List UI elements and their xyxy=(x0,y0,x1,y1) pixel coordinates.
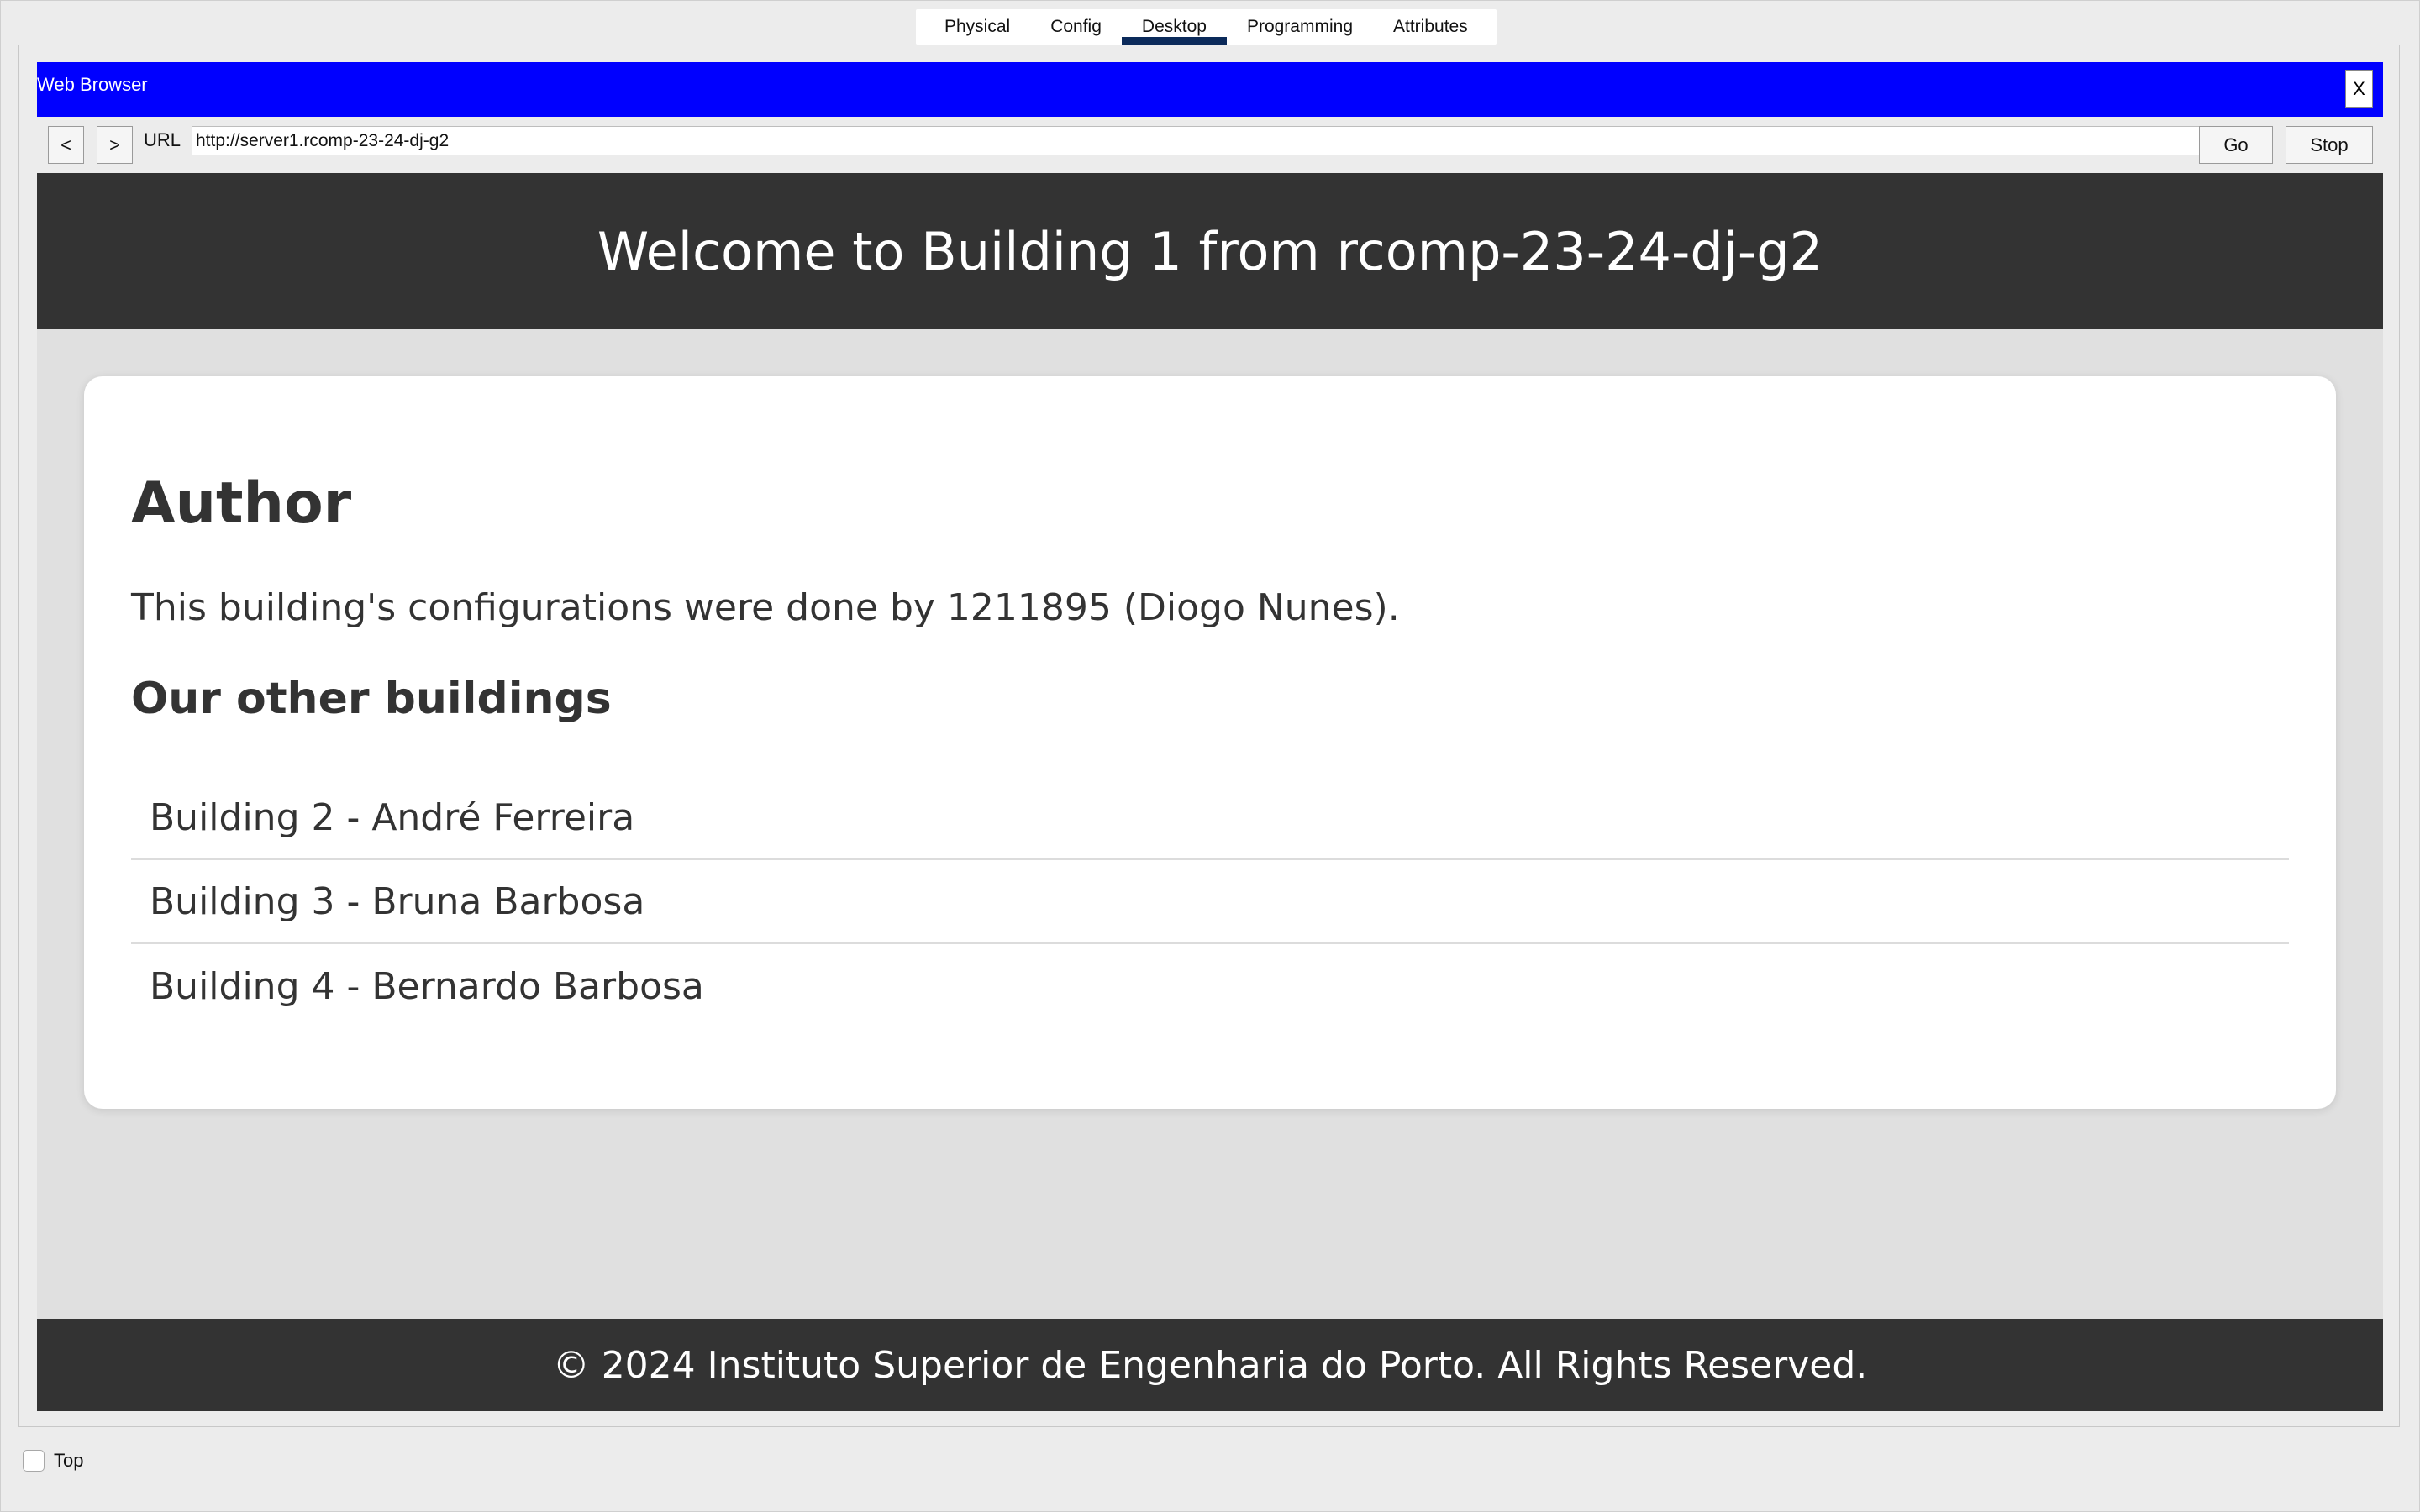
browser-toolbar: < > URL Go Stop xyxy=(37,117,2383,173)
tab-attributes[interactable]: Attributes xyxy=(1373,9,1488,45)
go-button[interactable]: Go xyxy=(2199,126,2273,164)
list-item: Building 4 - Bernardo Barbosa xyxy=(150,964,704,1008)
footer-text: © 2024 Instituto Superior de Engenharia … xyxy=(552,1343,1868,1387)
browser-title: Web Browser xyxy=(37,74,148,95)
device-tabbar: Physical Config Desktop Programming Attr… xyxy=(916,9,1497,45)
web-page-viewport[interactable]: Welcome to Building 1 from rcomp-23-24-d… xyxy=(37,173,2383,1411)
tab-programming[interactable]: Programming xyxy=(1227,9,1373,45)
close-button[interactable]: X xyxy=(2345,70,2373,108)
top-checkbox[interactable] xyxy=(23,1450,45,1472)
list-item: Building 3 - Bruna Barbosa xyxy=(131,860,2289,944)
top-checkbox-label: Top xyxy=(54,1450,84,1471)
page-footer: © 2024 Instituto Superior de Engenharia … xyxy=(37,1319,2383,1411)
list-item: Building 2 - André Ferreira xyxy=(131,776,2289,860)
other-buildings-heading: Our other buildings xyxy=(131,674,612,724)
url-label: URL xyxy=(144,129,182,150)
content-card: Author This building's configurations we… xyxy=(84,376,2336,1109)
tab-physical[interactable]: Physical xyxy=(924,9,1030,45)
author-text: This building's configurations were done… xyxy=(131,586,1400,629)
url-input[interactable] xyxy=(192,126,2223,155)
tab-desktop[interactable]: Desktop xyxy=(1121,9,1228,45)
tab-config[interactable]: Config xyxy=(1030,9,1122,45)
page-title: Welcome to Building 1 from rcomp-23-24-d… xyxy=(597,220,1823,282)
author-heading: Author xyxy=(131,470,352,537)
stop-button[interactable]: Stop xyxy=(2286,126,2373,164)
building-list: Building 2 - André Ferreira Building 3 -… xyxy=(131,776,2289,1028)
browser-titlebar: Web Browser X xyxy=(37,62,2383,117)
page-header: Welcome to Building 1 from rcomp-23-24-d… xyxy=(37,173,2383,329)
back-button[interactable]: < xyxy=(48,126,84,164)
forward-button[interactable]: > xyxy=(97,126,133,164)
